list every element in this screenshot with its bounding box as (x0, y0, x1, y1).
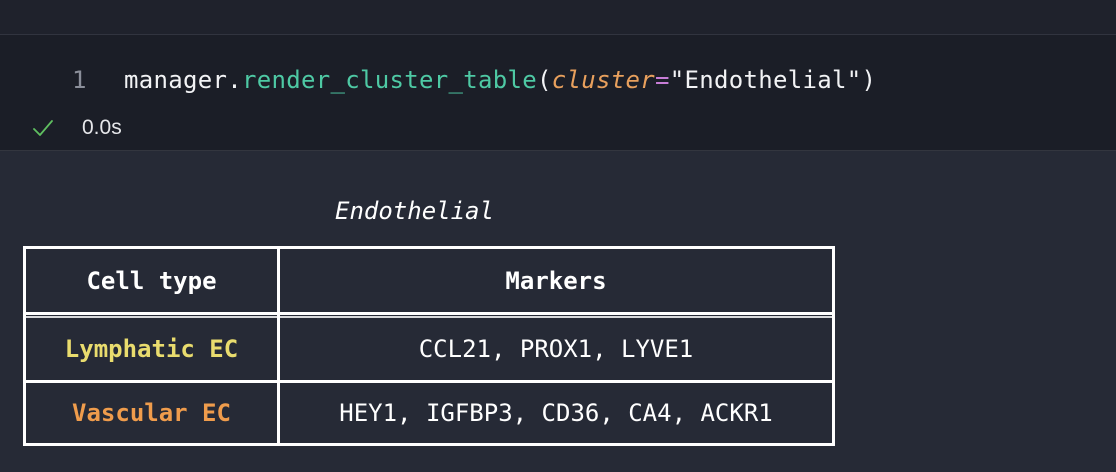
table-title: Endothelial (335, 197, 494, 225)
header-cell-type: Cell type (86, 266, 217, 295)
row-cell-type: Vascular EC (72, 399, 231, 427)
code-function: render_cluster_table (242, 66, 537, 94)
top-toolbar-strip (0, 0, 1116, 35)
code-equals: = (654, 66, 670, 94)
code-param: cluster (551, 66, 655, 94)
row-markers: HEY1, IGFBP3, CD36, CA4, ACKR1 (339, 399, 773, 427)
execution-status: 0.0s (32, 116, 122, 140)
header-markers: Markers (505, 266, 607, 295)
row-markers: CCL21, PROX1, LYVE1 (418, 335, 694, 363)
code-dot: . (227, 66, 242, 94)
code-close-paren: ) (861, 66, 877, 94)
line-number: 1 (72, 66, 87, 94)
execution-duration: 0.0s (82, 116, 122, 139)
cluster-table: Cell type Markers Lymphatic EC CCL21, PR… (23, 246, 835, 446)
row-cell-type: Lymphatic EC (64, 335, 239, 363)
code-string: "Endothelial" (669, 66, 862, 94)
code-open-paren: ( (536, 66, 552, 94)
code-object: manager (124, 66, 228, 94)
header-divider-top (26, 312, 832, 315)
check-icon (33, 120, 53, 136)
code-text[interactable]: manager.render_cluster_table(cluster="En… (124, 66, 876, 94)
